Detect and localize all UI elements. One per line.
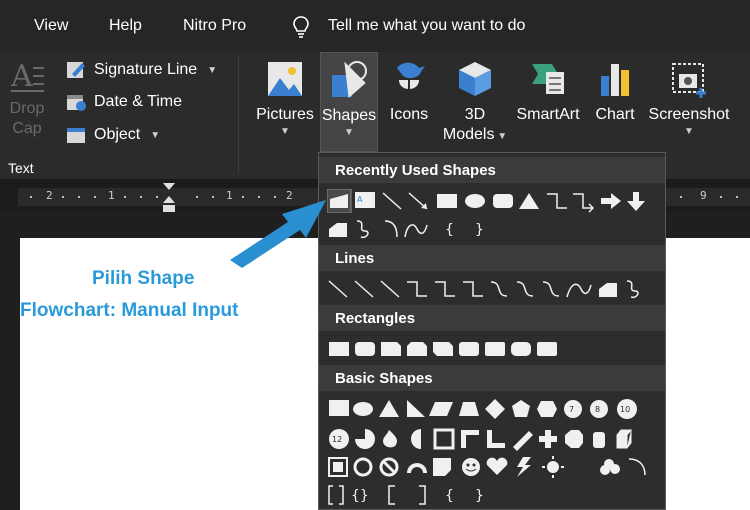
lines-icons [328,280,639,299]
chevron-down-icon: ▼ [344,127,354,138]
3d-label: 3D [464,106,486,123]
basic-shapes-icons-2: 12 [329,428,633,451]
menu-bar: View Help Nitro Pro Tell me what you wan… [0,0,750,52]
smartart-icon [532,64,564,94]
smartart-label: SmartArt [516,106,580,123]
basic-shapes-icons-4: {} { } [328,485,484,505]
object-icon [67,128,85,143]
shapes-button[interactable]: Shapes ▼ [320,52,378,152]
lightbulb-icon [293,16,309,38]
svg-text:8: 8 [595,405,600,414]
signature-line-label: Signature Line [94,61,198,78]
models-label: Models ▼ [442,126,508,143]
callout-arrow-icon [230,200,326,268]
icons-label: Icons [389,106,429,123]
ruler-number: 2 [46,189,53,202]
date-time-button[interactable]: Date & Time [66,92,182,112]
menu-view[interactable]: View [34,17,68,35]
chevron-down-icon: ▼ [207,64,218,76]
object-button[interactable]: Object ▼ [66,125,160,145]
svg-text:{}: {} [351,488,369,504]
ruler-tick [140,196,142,198]
section-recently-used: Recently Used Shapes [319,157,665,183]
svg-text:10: 10 [620,405,630,414]
menu-nitro-pro[interactable]: Nitro Pro [183,17,246,35]
pictures-button[interactable]: Pictures ▼ [252,58,318,139]
shapes-gallery: Recently Used Shapes A { } Lines Rectang… [318,152,666,510]
ruler-tick [30,196,32,198]
drop-cap-label-2: Cap [12,120,42,137]
icons-button[interactable]: Icons [384,58,434,125]
section-lines: Lines [319,245,665,271]
drop-cap-label-1: Drop [9,100,45,117]
chevron-down-icon: ▼ [684,126,694,137]
ruler-tick [124,196,126,198]
calendar-icon [67,95,86,111]
ruler-number: 9 [700,189,707,202]
signature-line-icon [67,62,85,78]
svg-text:A: A [357,195,363,204]
date-time-label: Date & Time [94,93,183,110]
group-divider [238,56,239,174]
recent-shapes-icons: A [327,189,645,213]
drop-cap-icon: A [10,59,44,94]
svg-text:{: { [445,488,454,504]
basic-shapes-icons-3 [328,456,646,478]
screenshot-icon [672,63,706,98]
callout-line-2: Flowchart: Manual Input [20,300,239,321]
svg-text:{: { [445,222,454,238]
ruler-tick [196,196,198,198]
3d-models-button[interactable]: 3D Models ▼ [442,58,508,147]
icons-icon [397,62,425,94]
3d-cube-icon [459,62,491,96]
drop-cap-button[interactable]: A Drop Cap [6,58,48,139]
ruler-tick [680,196,682,198]
ruler-tick [736,196,738,198]
chart-icon [601,64,629,96]
svg-text:7: 7 [569,405,574,414]
indent-marker-icon[interactable] [162,182,176,214]
shapes-icon [332,61,367,99]
section-rectangles: Rectangles [319,305,665,331]
ruler-tick [78,196,80,198]
screenshot-button[interactable]: Screenshot ▼ [644,58,734,139]
screenshot-label: Screenshot [648,106,730,123]
ruler-number: 1 [108,189,115,202]
ruler-tick [62,196,64,198]
ruler-tick [94,196,96,198]
shapes-label: Shapes [321,107,377,124]
tell-me-search[interactable]: Tell me what you want to do [328,17,525,35]
ruler-tick [156,196,158,198]
models-text: Models [442,126,495,143]
pictures-icon [268,62,302,96]
ruler-tick [212,196,214,198]
object-label: Object [94,126,141,143]
pictures-label: Pictures [256,106,314,123]
svg-text:}: } [475,488,484,504]
ruler-tick [720,196,722,198]
basic-shapes-icons-1: 7 8 10 [329,399,637,419]
signature-line-button[interactable]: Signature Line ▼ [66,60,217,80]
chevron-down-icon: ▼ [150,129,161,141]
callout-line-1: Pilih Shape [92,268,195,289]
svg-text:A: A [10,59,33,94]
menu-help[interactable]: Help [109,17,142,35]
text-group-label: Text [8,160,34,176]
chart-label: Chart [595,106,635,123]
rectangle-icons [329,342,557,356]
chevron-down-icon: ▼ [280,126,290,137]
section-basic-shapes: Basic Shapes [319,365,665,391]
smartart-button[interactable]: SmartArt [512,58,584,125]
recent-shapes-icons-2: { } [329,220,484,239]
svg-text:}: } [475,222,484,238]
svg-text:12: 12 [332,435,342,444]
chart-button[interactable]: Chart [592,58,638,125]
